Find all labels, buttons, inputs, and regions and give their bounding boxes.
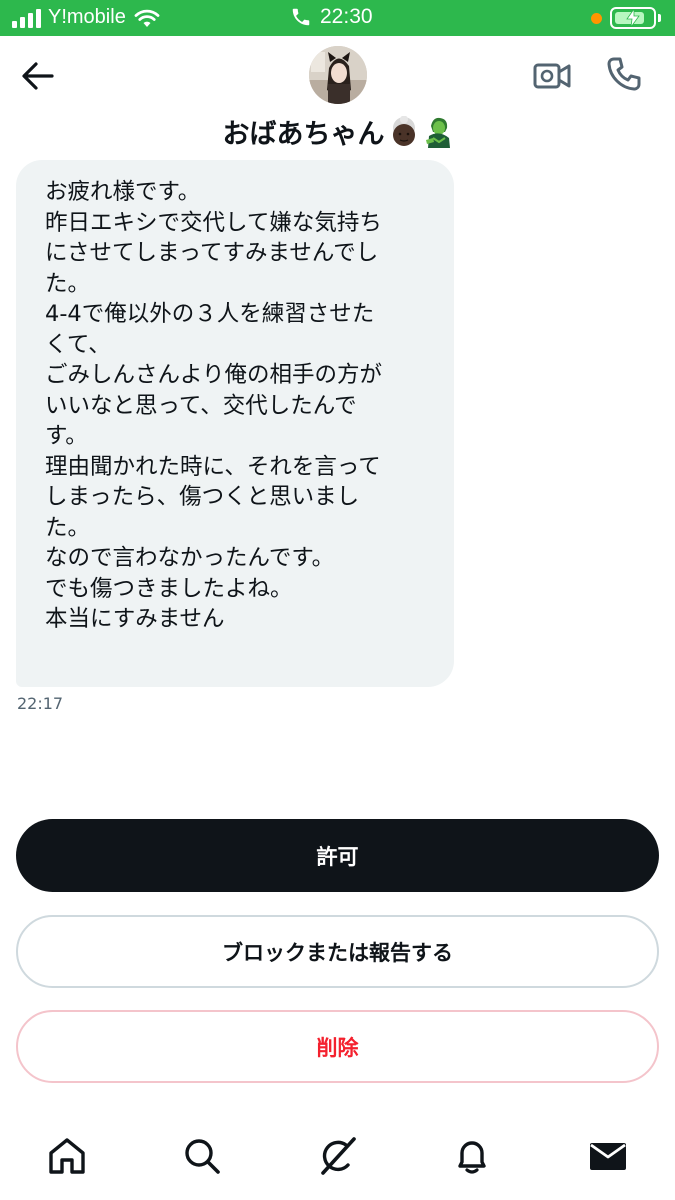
message-line: にさせてしまってすみませんでし (45, 240, 379, 266)
allow-button-label: 許可 (316, 844, 359, 869)
avatar-photo (309, 46, 367, 104)
message-line: くて、 (45, 331, 111, 358)
message-line: た。 (45, 270, 91, 297)
nav-search[interactable] (180, 1134, 224, 1178)
mic-indicator-dot (591, 12, 602, 24)
home-icon (49, 1138, 85, 1174)
search-icon (185, 1139, 220, 1174)
message-line: 4-4で俺以外の３人を練習させた (45, 301, 375, 327)
message-line: でも傷つきましたよね。 (45, 575, 293, 602)
nav-notifications[interactable] (450, 1134, 494, 1178)
grok-icon (321, 1137, 356, 1175)
back-button[interactable] (18, 58, 58, 94)
message-line: 理由聞かれた時に、それを言って (45, 453, 381, 480)
message-line: す。 (45, 423, 88, 449)
battery-tip (658, 14, 661, 22)
message-line: 昨日エキシで交代して嫌な気持ち (45, 209, 382, 236)
nav-home[interactable] (45, 1134, 89, 1178)
message-line: いいなと思って、交代したんで (45, 392, 357, 419)
battery-icon (610, 7, 656, 29)
arrow-left-icon (22, 62, 54, 90)
message-line: なので言わなかったんです。 (45, 545, 335, 571)
zombie-emoji-icon (425, 117, 450, 148)
allow-button[interactable]: 許可 (16, 819, 659, 892)
video-camera-icon[interactable] (532, 58, 572, 94)
avatar[interactable] (309, 46, 367, 104)
mail-icon (590, 1143, 626, 1170)
message-bubble[interactable]: お疲れ様です。 昨日エキシで交代して嫌な気持ち にさせてしまってすみませんでし … (16, 160, 454, 687)
delete-button-label: 削除 (316, 1035, 359, 1060)
phone-icon[interactable] (604, 54, 644, 94)
message-line: しまったら、傷つくと思いまし (45, 484, 360, 510)
message-line: 本当にすみません (45, 606, 225, 632)
contact-name-text: おばあちゃん (222, 119, 385, 150)
message-line: た。 (45, 514, 91, 541)
status-time: 22:30 (320, 5, 373, 28)
call-active-icon (292, 8, 310, 26)
delete-button[interactable]: 削除 (16, 1010, 659, 1083)
contact-name: おばあちゃん (0, 112, 675, 151)
message-line: お疲れ様です。 (45, 179, 201, 205)
grandmother-emoji-icon (392, 115, 415, 146)
message-timestamp: 22:17 (17, 694, 64, 713)
nav-grok[interactable] (315, 1134, 359, 1178)
carrier-name: Y!mobile (48, 6, 126, 28)
wifi-icon (134, 9, 160, 27)
signal-icon (12, 8, 41, 28)
bell-icon (458, 1141, 486, 1174)
block-or-report-label: ブロックまたは報告する (222, 940, 453, 965)
nav-messages[interactable] (586, 1134, 630, 1178)
status-bar: Y!mobile 22:30 (0, 0, 675, 36)
message-line: ごみしんさんより俺の相手の方が (45, 362, 383, 388)
bottom-nav (0, 1110, 675, 1200)
block-or-report-button[interactable]: ブロックまたは報告する (16, 915, 659, 988)
